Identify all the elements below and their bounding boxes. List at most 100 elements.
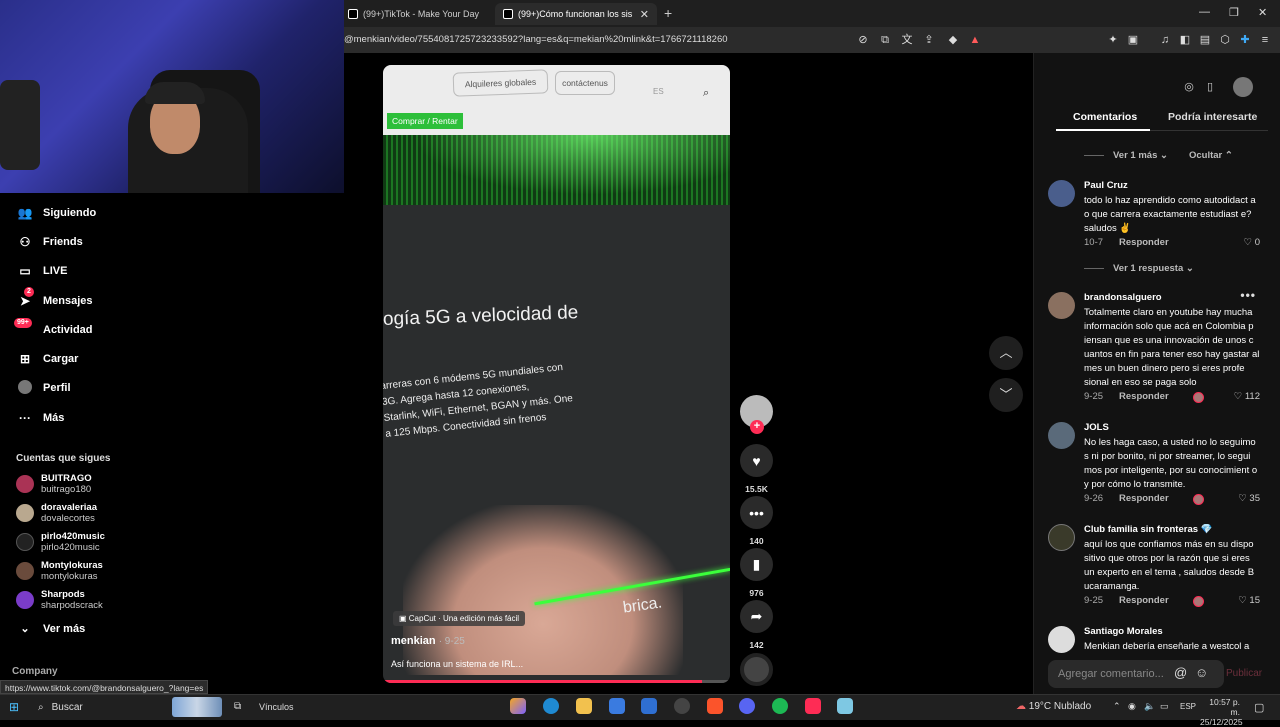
sidebar-toggle-icon[interactable]: ◧ [1178, 33, 1192, 47]
reply-button[interactable]: Responder [1119, 237, 1169, 248]
followed-account[interactable]: doravaleriaa dovalecortes [16, 499, 97, 527]
comment-username[interactable]: Paul Cruz [1084, 180, 1128, 191]
media-icon[interactable]: ♫ [1158, 33, 1172, 47]
followed-account[interactable]: Sharpods sharpodscrack [16, 586, 103, 614]
comment-username[interactable]: Santiago Morales [1084, 626, 1163, 637]
discord-icon[interactable] [739, 698, 755, 714]
share-action[interactable]: ➦ 142 [740, 600, 773, 650]
menu-icon[interactable]: ≡ [1258, 33, 1272, 47]
edge-icon[interactable] [543, 698, 559, 714]
task-view-icon[interactable]: ⧉ [234, 701, 241, 712]
notification-icon[interactable]: ▢ [1254, 701, 1264, 714]
previous-video-button[interactable]: ︿ [989, 336, 1023, 370]
explore-icon[interactable]: ◎ [1181, 80, 1197, 96]
app-icon[interactable] [837, 698, 853, 714]
volume-icon[interactable]: 🔈 [1144, 701, 1155, 712]
tray-chevron-icon[interactable]: ⌃ [1113, 701, 1121, 712]
company-link[interactable]: Company [12, 666, 58, 677]
user-avatar[interactable] [1233, 77, 1253, 97]
share-icon[interactable]: ⇪ [922, 33, 936, 47]
device-icon[interactable]: ▯ [1202, 80, 1218, 96]
comment-username[interactable]: JOLS [1084, 422, 1109, 433]
links-toolbar[interactable]: Vínculos [259, 702, 294, 712]
next-video-button[interactable]: ﹀ [989, 378, 1023, 412]
brave-icon[interactable] [707, 698, 723, 714]
browser-tab[interactable]: (99+)TikTok - Make Your Day [340, 3, 490, 25]
reply-button[interactable]: Responder [1119, 391, 1169, 402]
like-action[interactable]: ♥ 15.5K [740, 444, 773, 494]
close-tab-icon[interactable]: ✕ [640, 8, 649, 21]
open-external-icon[interactable]: ⧉ [878, 33, 892, 47]
restore-window-icon[interactable]: ❐ [1229, 6, 1239, 19]
follow-plus-icon[interactable]: + [750, 420, 764, 434]
music-disc-icon[interactable] [740, 653, 773, 686]
obs-icon[interactable] [674, 698, 690, 714]
reply-button[interactable]: Responder [1119, 595, 1169, 606]
wallet-icon[interactable]: ▤ [1198, 33, 1212, 47]
comment-like[interactable]: ♡ 0 [1244, 237, 1260, 248]
app-extension-icon[interactable]: ✚ [1238, 33, 1252, 47]
more-options-icon[interactable]: ••• [1240, 288, 1256, 302]
network-icon[interactable]: ▭ [1160, 701, 1169, 712]
see-more-button[interactable]: ⌄ Ver más [16, 622, 85, 636]
browser-tab-active[interactable]: (99+)Cómo funcionan los sistem ✕ [495, 3, 657, 25]
publish-button[interactable]: Publicar [1226, 668, 1262, 679]
nav-live[interactable]: ▭ LIVE [16, 260, 67, 282]
comment-like[interactable]: ♡ 35 [1238, 493, 1260, 504]
copilot-icon[interactable] [510, 698, 526, 714]
store-icon[interactable] [609, 698, 625, 714]
new-tab-button[interactable]: + [664, 5, 672, 21]
video-progress-bar[interactable] [383, 680, 730, 683]
weather-widget[interactable]: ☁ 19°C Nublado [1016, 701, 1091, 712]
followed-account[interactable]: Montylokuras montylokuras [16, 557, 103, 585]
video-author[interactable]: menkian · 9-25 [391, 635, 465, 647]
file-explorer-icon[interactable] [576, 698, 592, 714]
tray-app-icon[interactable]: ◉ [1128, 701, 1136, 712]
hide-replies[interactable]: Ocultar ⌃ [1189, 150, 1233, 161]
avatar[interactable] [1048, 626, 1075, 653]
comment-action[interactable]: ••• 140 [740, 496, 773, 546]
reply-button[interactable]: Responder [1119, 493, 1169, 504]
capcut-tag[interactable]: ▣ CapCut · Una edición más fácil [393, 611, 526, 626]
comment-username[interactable]: Club familia sin fronteras 💎 [1084, 524, 1213, 535]
brave-shield-icon[interactable]: ◆ [946, 33, 960, 47]
minimize-window-icon[interactable]: — [1199, 6, 1210, 18]
nav-following[interactable]: 👥 Siguiendo [16, 202, 97, 224]
mention-icon[interactable]: @ [1174, 665, 1187, 680]
screenshot-icon[interactable]: ▣ [1126, 33, 1140, 47]
nav-upload[interactable]: ⊞ Cargar [16, 348, 79, 370]
nav-messages[interactable]: ➤ 2 Mensajes [16, 287, 93, 312]
nav-activity[interactable]: 99+ Actividad [14, 318, 93, 341]
followed-account[interactable]: BUITRAGO buitrago180 [16, 470, 92, 498]
view-replies[interactable]: Ver 1 respuesta ⌄ [1084, 263, 1194, 274]
rewards-icon[interactable]: ▲ [968, 33, 982, 47]
avatar[interactable] [1048, 422, 1075, 449]
clock[interactable]: 10:57 p. m. 25/12/2025 [1200, 697, 1243, 727]
save-action[interactable]: ▮ 976 [740, 548, 773, 598]
extensions-icon[interactable]: ✦ [1106, 33, 1120, 47]
emoji-icon[interactable]: ☺ [1195, 665, 1208, 680]
hide-video-icon[interactable]: ⊘ [856, 33, 870, 47]
tab-recommended[interactable]: Podría interesarte [1168, 111, 1257, 123]
video-player[interactable]: Alquileres globales contáctenus ES ⌕ Com… [383, 65, 730, 683]
spotify-icon[interactable] [772, 698, 788, 714]
avatar[interactable] [1048, 524, 1075, 551]
vpn-icon[interactable]: ⬡ [1218, 33, 1232, 47]
show-more-replies[interactable]: Ver 1 más ⌄ [1084, 150, 1168, 161]
tiktok-icon[interactable] [805, 698, 821, 714]
followed-account[interactable]: pirlo420music pirlo420music [16, 528, 105, 556]
language-indicator[interactable]: ESP [1180, 702, 1196, 711]
tab-comments[interactable]: Comentarios [1073, 111, 1137, 123]
close-window-icon[interactable]: ✕ [1258, 6, 1267, 19]
mail-icon[interactable] [641, 698, 657, 714]
nav-profile[interactable]: Perfil [16, 377, 71, 399]
comment-username[interactable]: brandonsalguero [1084, 292, 1162, 303]
translate-icon[interactable]: 文 [900, 33, 914, 47]
comment-like[interactable]: ♡ 15 [1238, 595, 1260, 606]
nav-friends[interactable]: ⚇ Friends [16, 231, 83, 253]
comment-like[interactable]: ♡ 112 [1234, 391, 1260, 402]
url-field[interactable]: @menkian/video/7554081725723233592?lang=… [344, 34, 728, 45]
avatar[interactable] [1048, 180, 1075, 207]
avatar[interactable] [1048, 292, 1075, 319]
nav-more[interactable]: ··· Más [16, 407, 64, 429]
